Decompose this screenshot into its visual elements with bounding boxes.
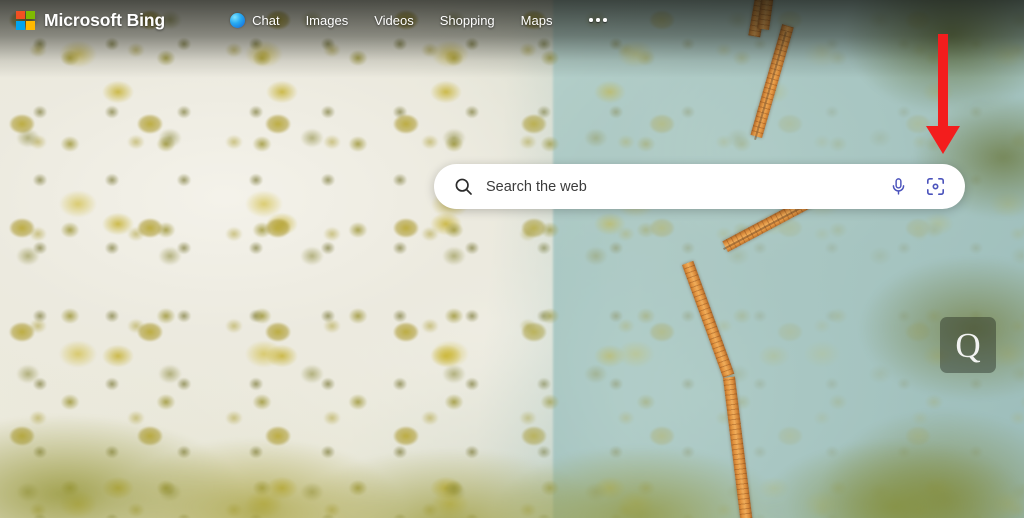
nav-item-chat[interactable]: Chat	[217, 9, 292, 32]
background-image	[0, 0, 1024, 518]
nav-item-shopping[interactable]: Shopping	[427, 9, 508, 32]
nav-item-images[interactable]: Images	[293, 9, 362, 32]
search-input[interactable]	[486, 164, 882, 209]
search-bar-actions	[882, 171, 951, 203]
bing-chat-icon	[230, 12, 246, 28]
nav-item-maps[interactable]: Maps	[508, 9, 566, 32]
header-bar: Microsoft Bing Chat Images Videos Shoppi…	[0, 0, 1024, 40]
nav-item-label: Chat	[252, 12, 280, 28]
bing-homepage: Microsoft Bing Chat Images Videos Shoppi…	[0, 0, 1024, 518]
search-bar[interactable]	[434, 164, 965, 209]
primary-nav: Chat Images Videos Shopping Maps	[217, 9, 619, 32]
nav-item-label: Videos	[374, 12, 414, 28]
microphone-icon[interactable]	[882, 171, 914, 203]
nav-item-videos[interactable]: Videos	[361, 9, 427, 32]
brand-name: Microsoft Bing	[44, 9, 166, 30]
quiz-tile-glyph: Q	[955, 325, 981, 365]
background-mangroves-bottom	[0, 341, 1024, 518]
visual-search-camera-icon[interactable]	[919, 171, 951, 203]
nav-item-label: Images	[305, 12, 349, 28]
bing-brand-link[interactable]: Microsoft Bing	[16, 10, 165, 31]
nav-item-label: Shopping	[439, 12, 495, 28]
ellipsis-horizontal-icon[interactable]	[577, 10, 619, 30]
nav-item-label: Maps	[520, 12, 553, 28]
microsoft-logo-icon	[16, 10, 35, 30]
magnifier-icon	[453, 176, 474, 197]
quiz-q-icon[interactable]: Q	[940, 317, 996, 373]
